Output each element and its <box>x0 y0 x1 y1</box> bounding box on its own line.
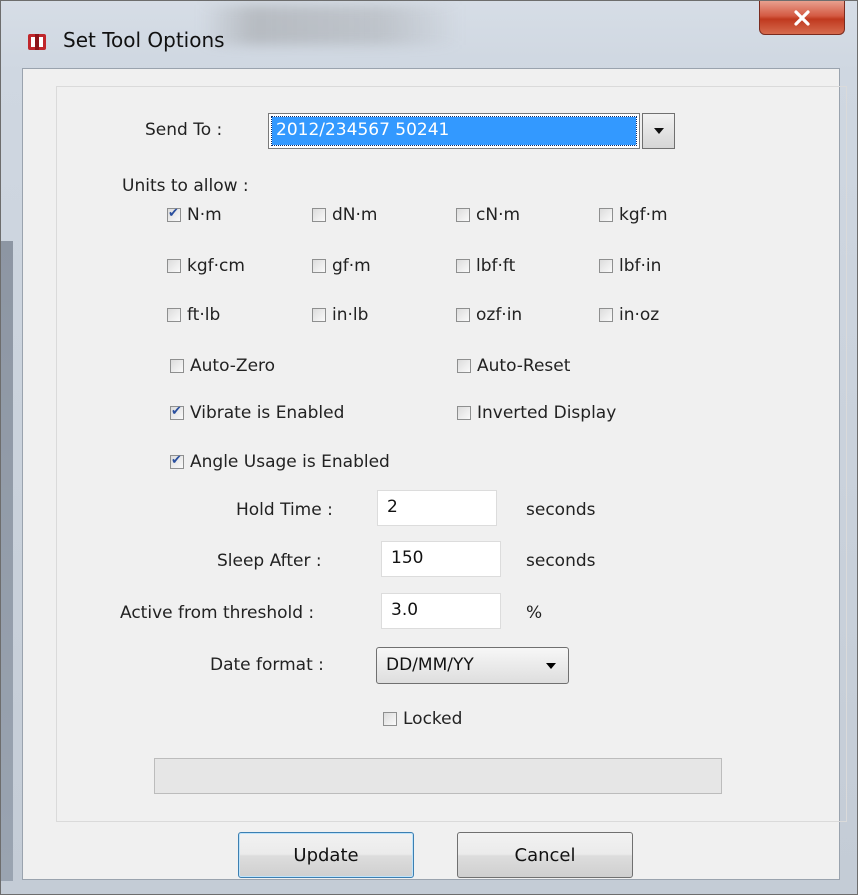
unit-label: ft·lb <box>187 305 221 325</box>
threshold-label: Active from threshold : <box>120 603 315 623</box>
send-to-dropdown-button[interactable] <box>642 113 675 149</box>
units-label: Units to allow : <box>122 176 249 196</box>
checkbox-box[interactable] <box>312 259 326 273</box>
unit-checkbox-cnm[interactable]: cN·m <box>456 205 520 225</box>
checkbox-box[interactable] <box>457 406 471 420</box>
auto-zero-checkbox[interactable]: Auto-Zero <box>170 356 275 376</box>
angle-usage-checkbox[interactable]: Angle Usage is Enabled <box>170 452 390 472</box>
option-label: Inverted Display <box>477 403 617 423</box>
option-label: Vibrate is Enabled <box>190 403 345 423</box>
unit-checkbox-ozfin[interactable]: ozf·in <box>456 305 522 325</box>
unit-label: in·oz <box>619 305 660 325</box>
checkbox-box[interactable] <box>383 712 397 726</box>
send-to-value: 2012/234567 50241 <box>271 116 637 146</box>
checkbox-box[interactable] <box>312 308 326 322</box>
send-to-select[interactable]: 2012/234567 50241 <box>268 113 640 149</box>
status-bar <box>154 758 722 794</box>
unit-label: cN·m <box>476 205 521 225</box>
threshold-unit: % <box>526 603 543 623</box>
checkbox-box[interactable] <box>167 259 181 273</box>
unit-checkbox-lbfin[interactable]: lbf·in <box>599 256 661 276</box>
date-format-select[interactable]: DD/MM/YY <box>376 647 569 684</box>
date-format-label: Date format : <box>210 655 324 675</box>
window-title: Set Tool Options <box>63 28 225 52</box>
hold-time-input[interactable]: 2 <box>377 490 497 526</box>
close-button[interactable] <box>759 1 845 35</box>
unit-checkbox-kgfcm[interactable]: kgf·cm <box>167 256 245 276</box>
unit-label: in·lb <box>332 305 369 325</box>
unit-checkbox-gfm[interactable]: gf·m <box>312 256 371 276</box>
chevron-down-icon <box>546 663 556 669</box>
checkbox-box[interactable] <box>312 208 326 222</box>
app-icon <box>28 34 46 50</box>
unit-checkbox-kgfm[interactable]: kgf·m <box>599 205 668 225</box>
unit-checkbox-ftlb[interactable]: ft·lb <box>167 305 220 325</box>
send-to-label: Send To : <box>145 120 223 140</box>
option-label: Angle Usage is Enabled <box>190 452 390 472</box>
unit-label: kgf·cm <box>187 256 245 276</box>
update-button[interactable]: Update <box>238 832 414 878</box>
sleep-after-unit: seconds <box>526 551 596 571</box>
sleep-after-input[interactable]: 150 <box>381 541 501 577</box>
auto-reset-checkbox[interactable]: Auto-Reset <box>457 356 570 376</box>
checkbox-box[interactable] <box>599 208 613 222</box>
date-format-value: DD/MM/YY <box>386 655 474 675</box>
unit-checkbox-nm[interactable]: N·m <box>167 205 222 225</box>
sleep-after-label: Sleep After : <box>217 551 322 571</box>
checkbox-box[interactable] <box>170 359 184 373</box>
checkbox-box[interactable] <box>457 359 471 373</box>
unit-label: gf·m <box>332 256 371 276</box>
unit-checkbox-inlb[interactable]: in·lb <box>312 305 368 325</box>
title-bar-background <box>201 5 461 45</box>
checkbox-box[interactable] <box>599 308 613 322</box>
inverted-display-checkbox[interactable]: Inverted Display <box>457 403 616 423</box>
checkbox-box[interactable] <box>170 404 184 420</box>
unit-label: N·m <box>187 205 222 225</box>
unit-checkbox-lbfft[interactable]: lbf·ft <box>456 256 515 276</box>
hold-time-unit: seconds <box>526 500 596 520</box>
locked-checkbox[interactable]: Locked <box>383 709 462 729</box>
checkbox-box[interactable] <box>167 308 181 322</box>
hold-time-label: Hold Time : <box>236 500 333 520</box>
checkbox-box[interactable] <box>456 208 470 222</box>
close-icon <box>794 9 810 26</box>
unit-label: lbf·ft <box>476 256 516 276</box>
unit-checkbox-inoz[interactable]: in·oz <box>599 305 659 325</box>
unit-label: lbf·in <box>619 256 662 276</box>
threshold-input[interactable]: 3.0 <box>381 593 501 629</box>
unit-label: kgf·m <box>619 205 668 225</box>
checkbox-box[interactable] <box>456 259 470 273</box>
locked-label: Locked <box>403 709 463 729</box>
window-left-edge <box>1 241 13 881</box>
unit-label: dN·m <box>332 205 378 225</box>
checkbox-box[interactable] <box>167 206 181 222</box>
checkbox-box[interactable] <box>456 308 470 322</box>
checkbox-box[interactable] <box>170 453 184 469</box>
unit-label: ozf·in <box>476 305 523 325</box>
chevron-down-icon <box>653 128 664 134</box>
option-label: Auto-Reset <box>477 356 571 376</box>
cancel-button[interactable]: Cancel <box>457 832 633 878</box>
checkbox-box[interactable] <box>599 259 613 273</box>
option-label: Auto-Zero <box>190 356 276 376</box>
unit-checkbox-dnm[interactable]: dN·m <box>312 205 377 225</box>
vibrate-checkbox[interactable]: Vibrate is Enabled <box>170 403 344 423</box>
